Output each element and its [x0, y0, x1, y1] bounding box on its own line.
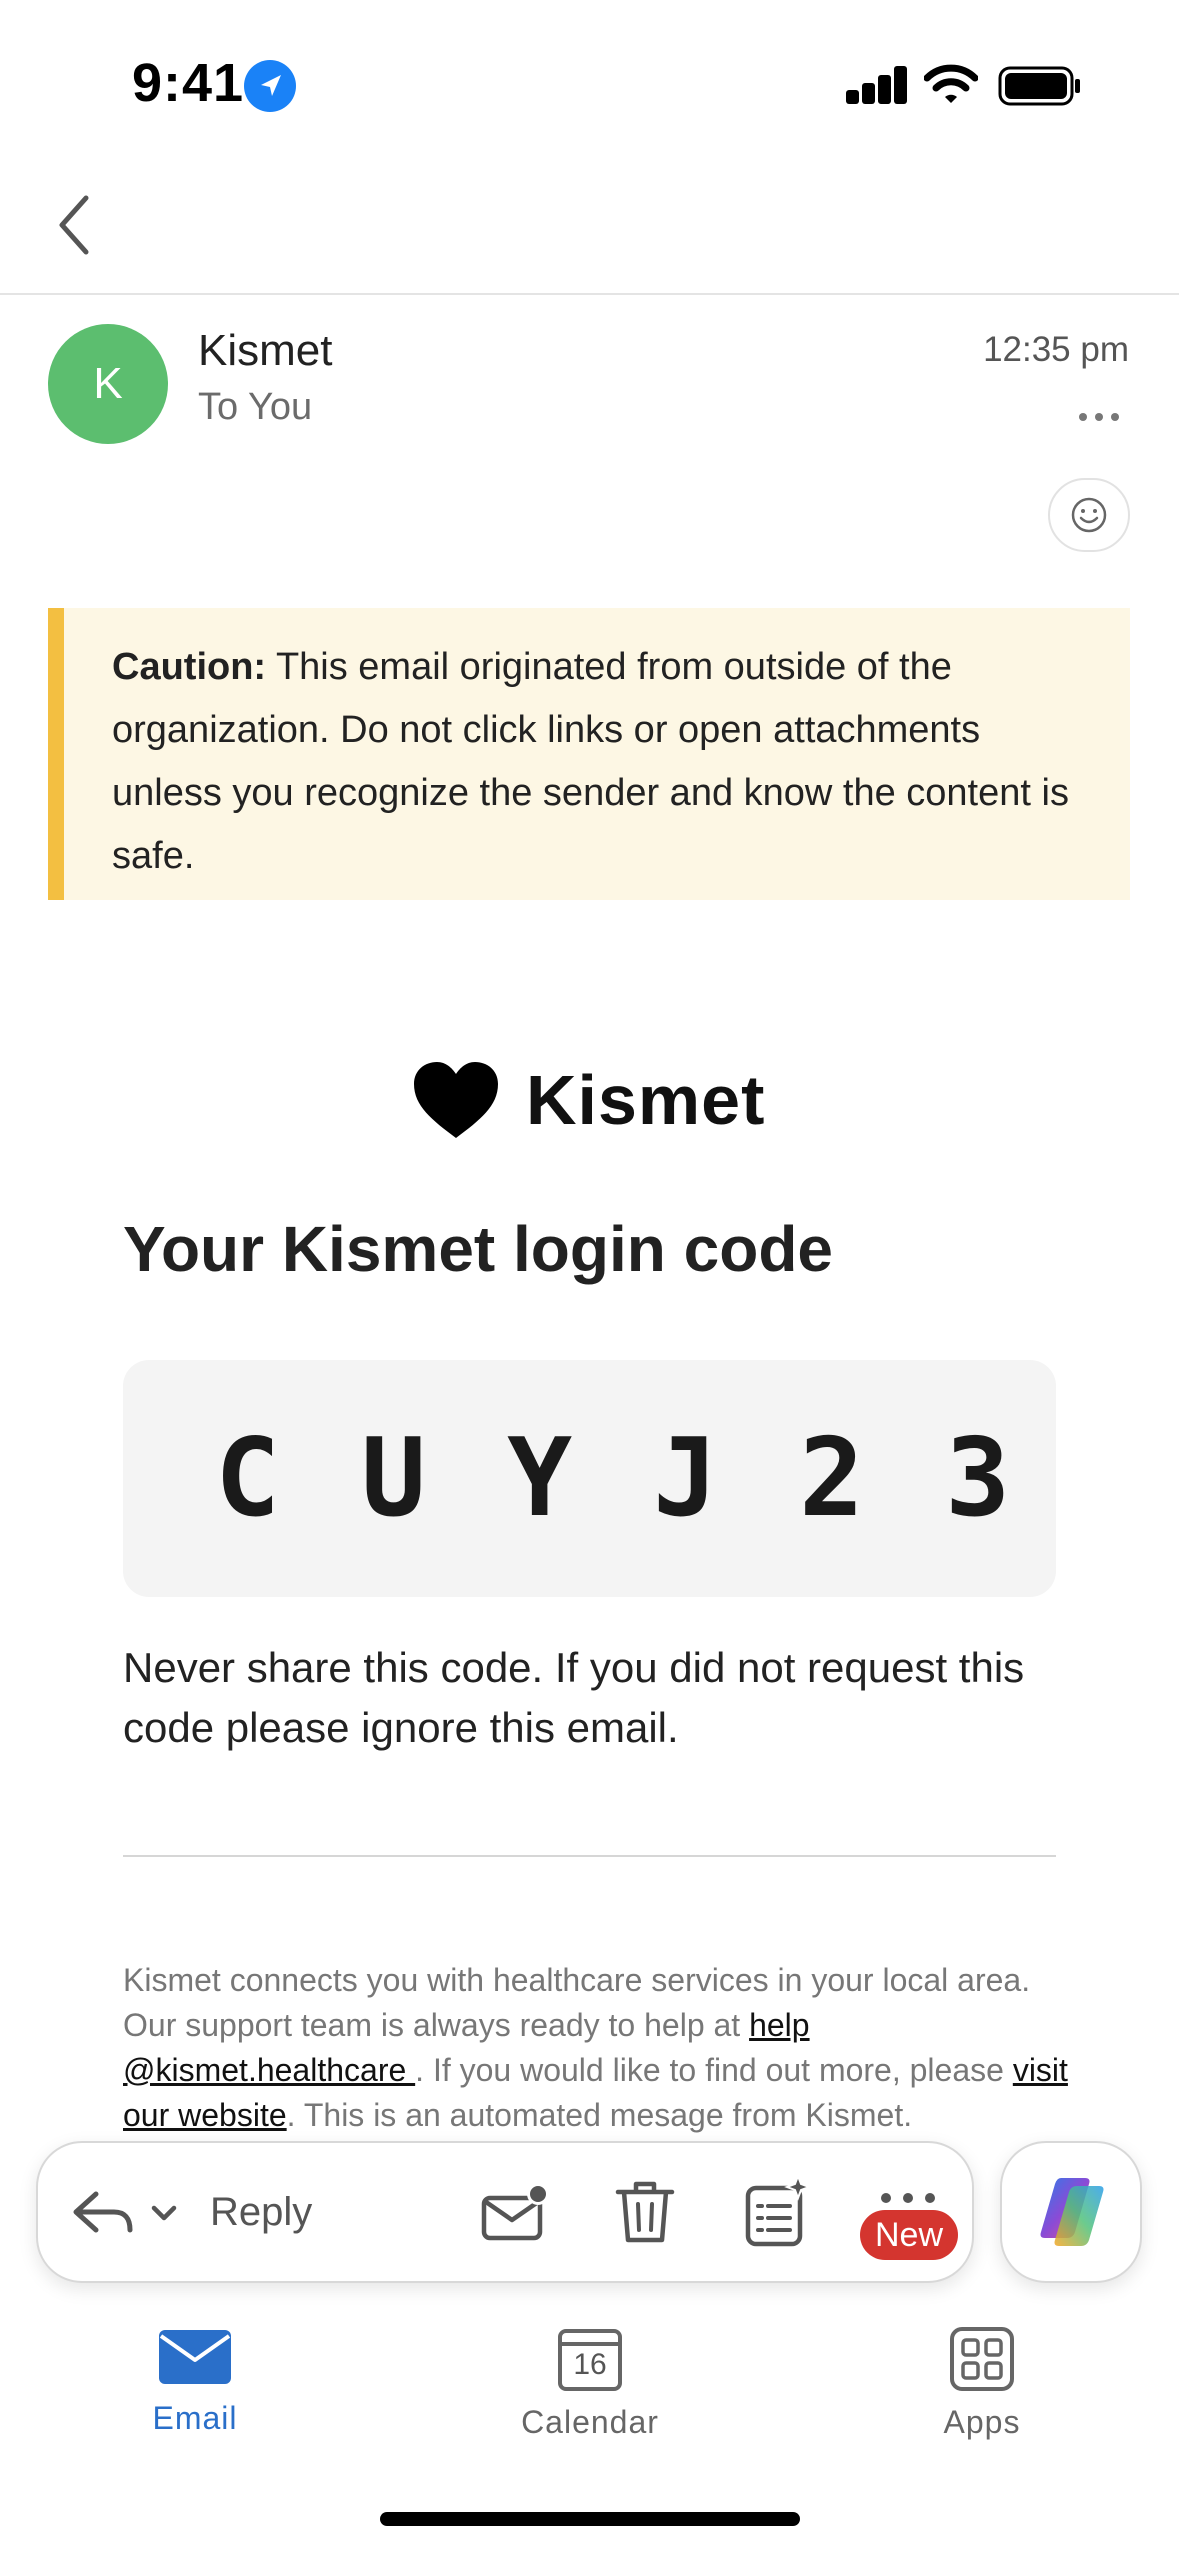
calendar-day: 16 [573, 2348, 607, 2381]
mail-icon [159, 2330, 231, 2384]
security-warning: Never share this code. If you did not re… [123, 1644, 1025, 1751]
external-sender-caution: Caution: This email originated from outs… [48, 608, 1130, 900]
footer-text: Kismet connects you with healthcare serv… [123, 1962, 1031, 2043]
delete-button[interactable] [612, 2178, 678, 2253]
summarize-button[interactable] [744, 2173, 814, 2253]
avatar[interactable]: K [48, 324, 168, 444]
tab-label: Apps [943, 2404, 1021, 2440]
login-code-box[interactable]: C U Y J 2 3 [123, 1360, 1056, 1597]
back-button[interactable] [50, 190, 100, 260]
reply-button[interactable] [70, 2180, 190, 2246]
brand-name: Kismet [526, 1061, 766, 1139]
login-code[interactable]: C U Y J 2 3 [215, 1416, 1018, 1541]
calendar-icon: 16 [557, 2326, 623, 2392]
tab-label: Calendar [521, 2404, 659, 2440]
reply-label[interactable]: Reply [210, 2190, 312, 2235]
tab-calendar[interactable]: 16 Calendar [510, 2326, 670, 2441]
tab-email[interactable]: Email [130, 2326, 260, 2437]
message-more-button[interactable] [1077, 400, 1121, 423]
caution-label: Caution: [112, 646, 267, 688]
tab-label: Email [152, 2400, 238, 2436]
more-icon [881, 2193, 935, 2203]
wifi-icon [923, 62, 979, 111]
copilot-button[interactable] [1000, 2141, 1142, 2283]
chevron-down-icon [151, 2205, 177, 2221]
message-time: 12:35 pm [983, 330, 1129, 369]
copilot-icon [1040, 2178, 1104, 2246]
home-indicator[interactable] [380, 2512, 800, 2526]
more-horizontal-icon [1079, 413, 1119, 421]
body-divider [123, 1855, 1056, 1857]
footer-text: . If you would like to find out more, pl… [415, 2052, 1013, 2088]
reply-icon [73, 2191, 133, 2233]
tab-apps[interactable]: Apps [922, 2326, 1042, 2441]
new-badge[interactable]: New [860, 2210, 958, 2260]
header-divider [0, 293, 1179, 295]
sender-name[interactable]: Kismet [198, 326, 332, 376]
apps-grid-icon [950, 2327, 1014, 2391]
battery-icon [998, 66, 1082, 111]
cellular-signal-icon [846, 66, 908, 104]
kismet-logo: Kismet [412, 1060, 765, 1140]
email-footer: Kismet connects you with healthcare serv… [123, 1958, 1083, 2138]
heart-icon [414, 1062, 498, 1138]
email-heading: Your Kismet login code [123, 1213, 833, 1285]
more-actions-button[interactable] [878, 2190, 938, 2211]
add-reaction-button[interactable] [1048, 478, 1130, 552]
summarize-icon [745, 2173, 812, 2247]
trash-icon [615, 2181, 675, 2243]
mark-unread-button[interactable] [480, 2180, 550, 2251]
smiley-icon [1071, 497, 1107, 533]
footer-text: . This is an automated mesage from Kisme… [286, 2097, 913, 2133]
location-arrow-icon [244, 60, 296, 112]
status-time: 9:41 [132, 53, 245, 113]
recipient-line[interactable]: To You [198, 386, 312, 429]
mark-unread-icon [481, 2183, 549, 2241]
